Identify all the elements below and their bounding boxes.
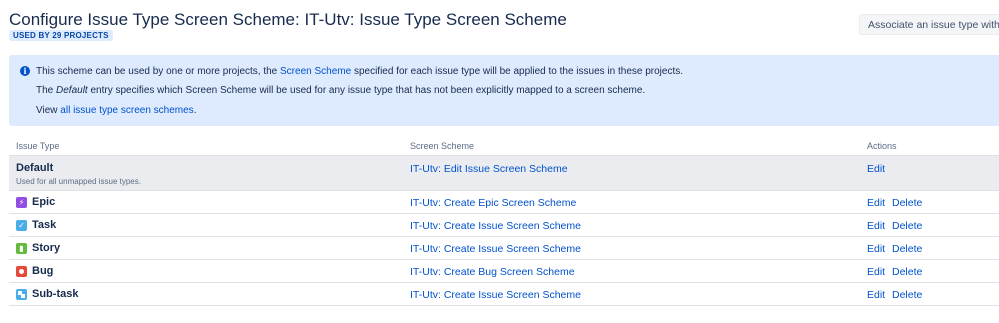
edit-button[interactable]: Edit [867, 289, 885, 301]
info-icon: i [20, 66, 30, 76]
info-message: i This scheme can be used by one or more… [9, 55, 999, 126]
page-title: Configure Issue Type Screen Scheme: IT-U… [9, 10, 567, 29]
task-icon: ✓ [16, 219, 27, 231]
bug-icon [16, 265, 27, 277]
issue-type-name: Epic [32, 196, 56, 208]
all-schemes-link[interactable]: all issue type screen schemes [60, 105, 193, 116]
column-header-issue-type: Issue Type [16, 141, 60, 151]
issue-type-name: Default [16, 162, 54, 174]
edit-button[interactable]: Edit [867, 163, 885, 175]
column-header-actions: Actions [867, 141, 897, 151]
epic-icon: ⚡ [16, 196, 27, 208]
delete-button[interactable]: Delete [892, 243, 922, 255]
edit-button[interactable]: Edit [867, 197, 885, 209]
edit-button[interactable]: Edit [867, 266, 885, 278]
screen-scheme-link[interactable]: Screen Scheme [280, 66, 351, 77]
issue-type-name: Story [32, 242, 61, 254]
delete-button[interactable]: Delete [892, 220, 922, 232]
table-row-bug: Bug IT-Utv: Create Bug Screen Scheme Edi… [9, 260, 999, 282]
screen-scheme-link[interactable]: IT-Utv: Edit Issue Screen Scheme [410, 163, 568, 175]
screen-scheme-link[interactable]: IT-Utv: Create Bug Screen Scheme [410, 266, 575, 278]
issue-type-name: Task [32, 219, 57, 231]
issue-type-name: Sub-task [32, 288, 79, 300]
info-line-3: View all issue type screen schemes. [36, 105, 197, 116]
issue-type-description: Used for all unmapped issue types. [16, 177, 141, 186]
used-by-lozenge[interactable]: USED BY 29 PROJECTS [9, 30, 113, 41]
subtask-icon [16, 288, 27, 300]
story-icon: ▮ [16, 242, 27, 254]
info-line-2: The Default entry specifies which Screen… [36, 85, 646, 96]
screen-scheme-link[interactable]: IT-Utv: Create Epic Screen Scheme [410, 197, 576, 209]
divider [9, 305, 999, 306]
table-row-subtask: Sub-task IT-Utv: Create Issue Screen Sch… [9, 283, 999, 305]
edit-button[interactable]: Edit [867, 243, 885, 255]
edit-button[interactable]: Edit [867, 220, 885, 232]
associate-issue-type-button[interactable]: Associate an issue type with a screen sc… [859, 14, 999, 35]
column-header-screen-scheme: Screen Scheme [410, 141, 475, 151]
delete-button[interactable]: Delete [892, 266, 922, 278]
screen-scheme-link[interactable]: IT-Utv: Create Issue Screen Scheme [410, 243, 581, 255]
table-row-task: ✓ Task IT-Utv: Create Issue Screen Schem… [9, 214, 999, 236]
issue-type-name: Bug [32, 265, 54, 277]
delete-button[interactable]: Delete [892, 289, 922, 301]
screen-scheme-link[interactable]: IT-Utv: Create Issue Screen Scheme [410, 289, 581, 301]
table-row-story: ▮ Story IT-Utv: Create Issue Screen Sche… [9, 237, 999, 259]
table-row-epic: ⚡ Epic IT-Utv: Create Epic Screen Scheme… [9, 191, 999, 213]
table-row-default: Default Used for all unmapped issue type… [9, 156, 999, 190]
delete-button[interactable]: Delete [892, 197, 922, 209]
info-line-1: This scheme can be used by one or more p… [36, 66, 684, 77]
screen-scheme-link[interactable]: IT-Utv: Create Issue Screen Scheme [410, 220, 581, 232]
